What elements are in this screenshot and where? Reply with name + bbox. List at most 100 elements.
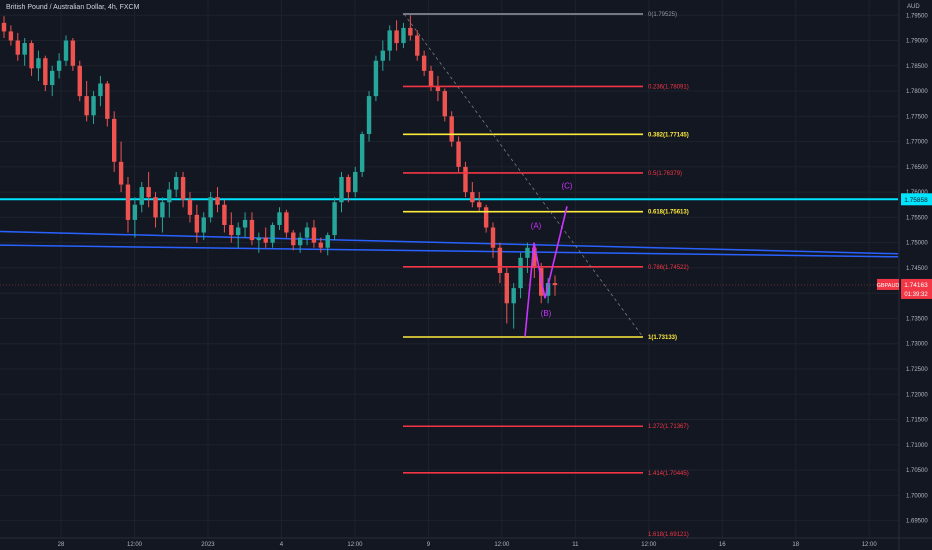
current-price-text: 1.74163 bbox=[904, 282, 928, 289]
elliott-wave-abc[interactable]: (A) (B) (C) bbox=[524, 181, 573, 337]
wave-label: (A) bbox=[531, 222, 542, 231]
candle-body bbox=[277, 212, 282, 225]
candle-body bbox=[91, 96, 96, 116]
x-tick-label: 12:00 bbox=[494, 542, 510, 548]
wave-label: (B) bbox=[541, 309, 552, 318]
time-axis[interactable]: 28 12:00 2023 4 12:00 9 12:00 11 12:00 16 18 12:00 bbox=[0, 537, 932, 548]
level-price-text: 1.75858 bbox=[904, 197, 928, 204]
candle-body bbox=[160, 202, 165, 218]
candle-body bbox=[483, 207, 489, 228]
candle-body bbox=[449, 116, 454, 142]
y-tick-label: 1.71500 bbox=[906, 418, 928, 424]
symbol-tag-text: GBPAUD bbox=[877, 283, 900, 289]
candle-body bbox=[180, 176, 186, 200]
candle-body bbox=[56, 60, 62, 71]
candle-body bbox=[256, 237, 262, 241]
candle-body bbox=[373, 60, 379, 97]
symbol-title: British Pound / Australian Dollar, 4h, F… bbox=[6, 4, 140, 11]
x-tick-label: 12:00 bbox=[641, 542, 657, 548]
x-tick-label: 11 bbox=[572, 542, 579, 548]
candle-body bbox=[77, 65, 82, 97]
candle-body bbox=[50, 70, 55, 85]
candle-body bbox=[415, 35, 420, 56]
candle-body bbox=[29, 43, 34, 69]
candle-body bbox=[380, 50, 386, 61]
candle-body bbox=[463, 166, 468, 193]
candle-body bbox=[387, 30, 392, 51]
fib-label: 1.272(1.71367) bbox=[648, 424, 689, 430]
x-tick-label: 12:00 bbox=[862, 542, 878, 548]
candle-body bbox=[428, 70, 434, 87]
x-tick-label: 18 bbox=[792, 542, 799, 548]
x-tick-label: 12:00 bbox=[127, 542, 143, 548]
candle-body bbox=[263, 237, 268, 243]
candle-body bbox=[284, 212, 289, 233]
candle-body bbox=[98, 83, 103, 97]
candle-body bbox=[470, 192, 475, 203]
y-tick-label: 1.77500 bbox=[906, 114, 928, 120]
candle-body bbox=[318, 242, 324, 248]
candle-body bbox=[22, 43, 27, 55]
y-tick-label: 1.70500 bbox=[906, 468, 928, 474]
candle-body bbox=[36, 58, 41, 69]
x-tick-label: 2023 bbox=[201, 542, 215, 548]
candle-body bbox=[525, 247, 530, 258]
candle-body bbox=[235, 227, 241, 236]
y-tick-label: 1.78000 bbox=[906, 89, 928, 95]
candle-body bbox=[291, 232, 296, 246]
candle-body bbox=[118, 161, 124, 185]
candle-body bbox=[366, 96, 372, 135]
candle-body bbox=[105, 83, 110, 119]
candle-body bbox=[1, 22, 7, 32]
fib-label: 0.382(1.77145) bbox=[648, 132, 689, 138]
fib-label: 0.786(1.74522) bbox=[648, 265, 689, 271]
candle-body bbox=[173, 176, 179, 190]
x-tick-label: 28 bbox=[58, 542, 65, 548]
candle-body bbox=[111, 118, 117, 162]
price-chart[interactable]: 0(1.79525) 0.236(1.78091) 0.382(1.77145) 0.… bbox=[0, 0, 932, 550]
candle-body bbox=[43, 58, 48, 85]
candle-body bbox=[511, 288, 516, 304]
y-tick-label: 1.71000 bbox=[906, 443, 928, 449]
candle-body bbox=[125, 184, 131, 220]
y-tick-label: 1.73000 bbox=[906, 342, 928, 348]
x-tick-label: 9 bbox=[427, 542, 431, 548]
candle-body bbox=[339, 176, 344, 203]
candle-body bbox=[167, 189, 172, 203]
candle-body bbox=[297, 237, 303, 246]
candle-body bbox=[477, 202, 482, 208]
y-tick-label: 1.75500 bbox=[906, 215, 928, 221]
candle-body bbox=[421, 55, 427, 71]
candle-body bbox=[408, 27, 413, 36]
candle-body bbox=[497, 247, 503, 273]
y-tick-label: 1.69500 bbox=[906, 519, 928, 525]
candle-body bbox=[270, 224, 275, 243]
candle-body bbox=[249, 219, 255, 241]
candle-body bbox=[518, 257, 523, 289]
chart-grid bbox=[0, 0, 898, 538]
candle-body bbox=[84, 96, 89, 116]
candle-body bbox=[552, 283, 558, 286]
y-tick-label: 1.78500 bbox=[906, 64, 928, 70]
x-tick-label: 4 bbox=[280, 542, 284, 548]
wave-label: (C) bbox=[561, 181, 572, 190]
candle-body bbox=[208, 197, 213, 218]
fib-label: 1.414(1.70445) bbox=[648, 471, 689, 477]
candle-body bbox=[353, 171, 358, 193]
candle-body bbox=[490, 227, 496, 248]
fib-label: 1(1.73133) bbox=[648, 335, 677, 341]
fib-trend-line bbox=[403, 13, 644, 338]
candle-body bbox=[63, 40, 69, 61]
fib-label: 0.618(1.75613) bbox=[648, 210, 689, 216]
candle-body bbox=[325, 235, 330, 248]
y-tick-label: 1.79000 bbox=[906, 39, 928, 45]
y-tick-label: 1.72000 bbox=[906, 392, 928, 398]
y-tick-label: 1.77000 bbox=[906, 140, 928, 146]
price-axis[interactable]: 1.79500 1.79000 1.78500 1.78000 1.77500 1.770… bbox=[898, 0, 928, 550]
candles bbox=[1, 15, 558, 329]
candle-body bbox=[394, 30, 399, 44]
candle-body bbox=[242, 219, 248, 228]
candle-body bbox=[8, 31, 14, 41]
candle-body bbox=[222, 204, 227, 225]
candle-body bbox=[346, 176, 351, 193]
